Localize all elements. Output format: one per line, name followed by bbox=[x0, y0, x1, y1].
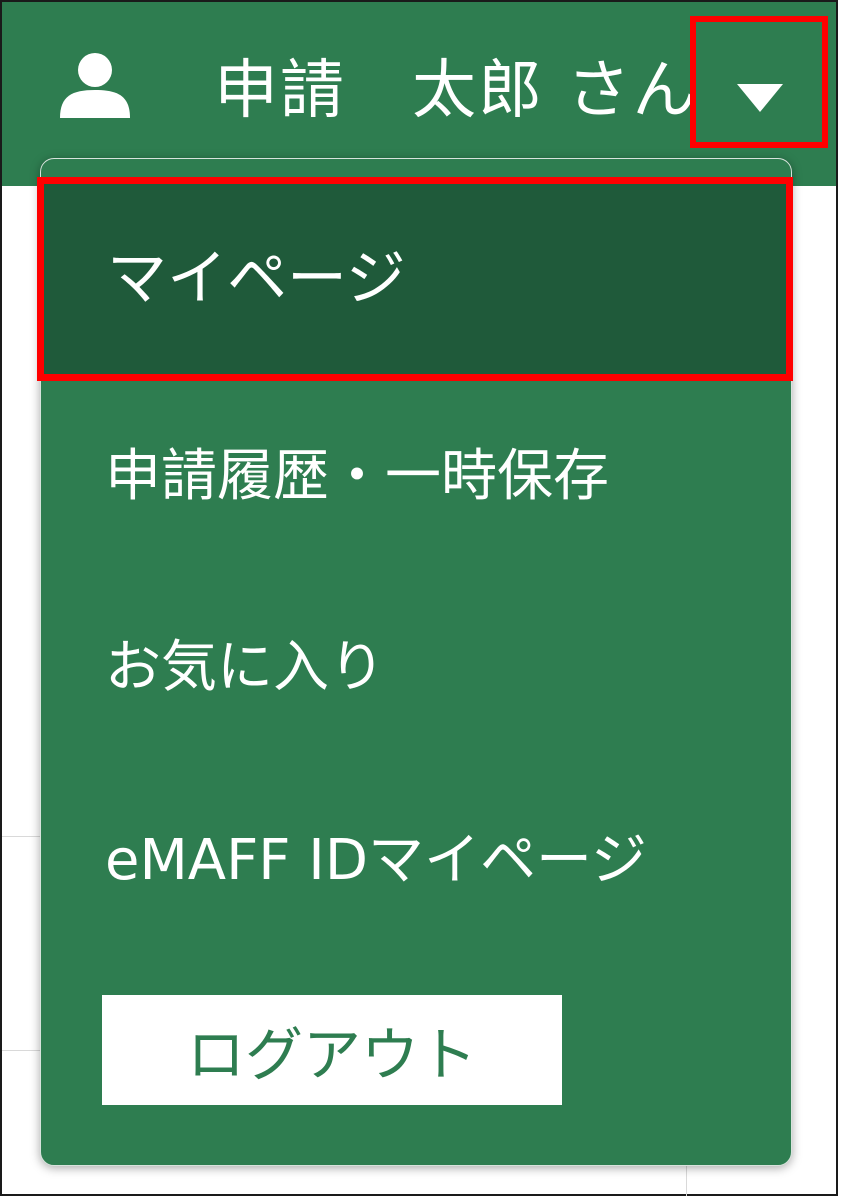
menu-item-application-history[interactable]: 申請履歴・一時保存 bbox=[41, 411, 791, 543]
user-name: 申請 太郎 さん bbox=[214, 54, 699, 128]
menu-item-label: 申請履歴・一時保存 bbox=[105, 444, 609, 509]
menu-item-favorites[interactable]: お気に入り bbox=[41, 605, 791, 731]
background-divider bbox=[2, 836, 40, 837]
menu-item-label: eMAFF IDマイページ bbox=[105, 828, 647, 893]
menu-item-mypage[interactable]: マイページ bbox=[37, 177, 793, 381]
user-dropdown-menu: マイページ 申請履歴・一時保存 お気に入り eMAFF IDマイページ ログアウ… bbox=[37, 158, 793, 1166]
user-icon bbox=[60, 53, 130, 118]
menu-item-label: マイページ bbox=[107, 244, 406, 314]
user-menu-toggle-button[interactable] bbox=[690, 16, 828, 148]
background-divider bbox=[686, 1166, 687, 1196]
logout-button[interactable]: ログアウト bbox=[102, 995, 562, 1105]
menu-item-emaff-id-mypage[interactable]: eMAFF IDマイページ bbox=[41, 795, 791, 927]
menu-item-label: お気に入り bbox=[105, 635, 385, 700]
background-divider bbox=[2, 1050, 40, 1051]
caret-down-icon bbox=[737, 84, 783, 112]
